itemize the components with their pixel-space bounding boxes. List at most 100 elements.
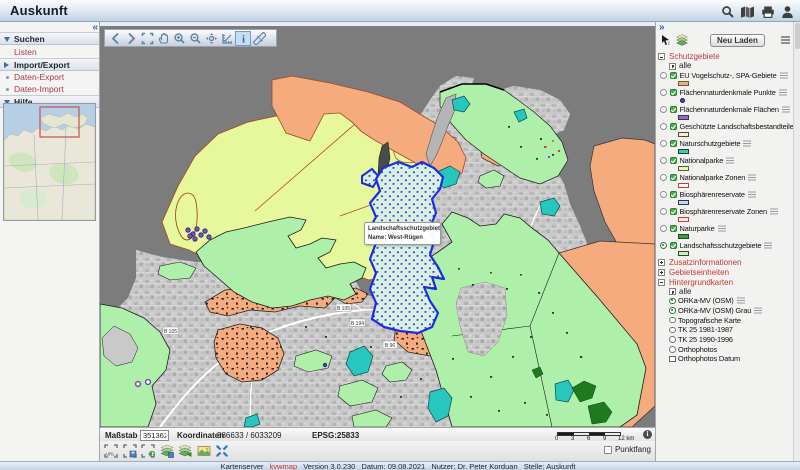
info-query-tool[interactable]: i bbox=[235, 31, 251, 46]
layer-menu-icon[interactable] bbox=[780, 72, 788, 79]
layer-radio[interactable] bbox=[660, 208, 667, 215]
zoom-in-tool[interactable] bbox=[171, 31, 187, 46]
layer-label[interactable]: Geschützte Landschaftsbestandteile bbox=[680, 122, 794, 131]
export-image-icon[interactable] bbox=[197, 444, 211, 458]
layer-radio[interactable] bbox=[660, 72, 667, 79]
extent-url-icon[interactable]: URL bbox=[104, 444, 118, 458]
bglayer-radio[interactable] bbox=[669, 346, 676, 353]
layer-label[interactable]: Biosphärenreservate Zonen bbox=[680, 207, 767, 216]
layer-radio[interactable] bbox=[660, 106, 667, 113]
select-all-checkbox[interactable] bbox=[669, 288, 676, 295]
extent-load-icon[interactable] bbox=[141, 444, 155, 458]
extent-save-icon[interactable] bbox=[123, 444, 137, 458]
overview-map[interactable] bbox=[3, 103, 96, 221]
layer-checkbox[interactable] bbox=[670, 89, 678, 97]
layer-menu-icon[interactable] bbox=[748, 174, 756, 181]
search-icon[interactable] bbox=[720, 4, 735, 19]
bglayer-label[interactable]: Topografische Karte bbox=[678, 316, 741, 325]
sidebar-section-suchen[interactable]: Suchen bbox=[0, 32, 99, 45]
punktfang-checkbox[interactable] bbox=[604, 446, 612, 454]
layer-checkbox[interactable] bbox=[670, 123, 678, 131]
layers-load-icon[interactable] bbox=[178, 444, 192, 458]
ruler-tool[interactable] bbox=[251, 31, 267, 46]
map-icon[interactable] bbox=[740, 4, 755, 19]
footer-app-name[interactable]: kvwmap bbox=[270, 462, 298, 470]
bglayer-label[interactable]: TK 25 1990-1996 bbox=[678, 335, 733, 344]
layer-label[interactable]: Flächennaturdenkmale Punkte bbox=[680, 88, 776, 97]
collapse-icon[interactable] bbox=[658, 279, 665, 286]
expand-icon[interactable] bbox=[658, 269, 665, 276]
alle-label[interactable]: alle bbox=[679, 61, 691, 70]
print-icon[interactable] bbox=[760, 4, 775, 19]
bglayer-menu-icon[interactable] bbox=[737, 297, 745, 304]
measure-tool[interactable] bbox=[219, 31, 235, 46]
layer-radio[interactable] bbox=[660, 191, 667, 198]
expand-panel-icon[interactable]: » bbox=[659, 24, 663, 32]
layer-checkbox[interactable] bbox=[670, 106, 678, 114]
layer-radio[interactable] bbox=[660, 242, 667, 249]
section-label[interactable]: Gebietseinheiten bbox=[669, 268, 729, 277]
layer-radio[interactable] bbox=[660, 225, 667, 232]
layer-menu-icon[interactable] bbox=[748, 191, 756, 198]
next-extent-tool[interactable] bbox=[123, 31, 139, 46]
layer-label[interactable]: EU Vogelschutz-, SPA-Gebiete bbox=[680, 71, 777, 80]
reload-button[interactable]: Neu Laden bbox=[710, 34, 765, 47]
layer-checkbox[interactable] bbox=[670, 140, 678, 148]
map-canvas[interactable]: B 105 B 105 B 194 B 96 Landschaftsschutz… bbox=[100, 26, 655, 427]
previous-extent-tool[interactable] bbox=[107, 31, 123, 46]
layer-checkbox[interactable] bbox=[670, 72, 678, 80]
full-extent-tool[interactable] bbox=[139, 31, 155, 46]
layer-radio[interactable] bbox=[660, 174, 667, 181]
layer-checkbox[interactable] bbox=[670, 225, 678, 233]
layer-menu-icon[interactable] bbox=[718, 225, 726, 232]
recenter-tool[interactable] bbox=[203, 31, 219, 46]
layer-label[interactable]: Landschaftsschutzgebiete bbox=[680, 241, 762, 250]
pan-tool[interactable] bbox=[155, 31, 171, 46]
select-all-checkbox[interactable] bbox=[669, 63, 676, 70]
bglayer-label[interactable]: Orthophotos bbox=[678, 345, 717, 354]
bglayer-radio[interactable] bbox=[669, 307, 676, 314]
scale-input[interactable] bbox=[140, 430, 169, 441]
info-icon[interactable]: i bbox=[643, 430, 652, 439]
section-label[interactable]: Hintergrundkarten bbox=[669, 278, 733, 287]
layer-radio[interactable] bbox=[660, 157, 667, 164]
layer-radio[interactable] bbox=[660, 123, 667, 130]
layer-menu-icon[interactable] bbox=[770, 208, 778, 215]
panel-scrollbar[interactable] bbox=[793, 22, 800, 462]
panel-menu-icon[interactable] bbox=[781, 36, 790, 44]
section-label[interactable]: Schutzgebiete bbox=[669, 52, 720, 61]
layer-checkbox[interactable] bbox=[670, 191, 678, 199]
layers-save-icon[interactable] bbox=[160, 444, 174, 458]
layer-checkbox[interactable] bbox=[670, 242, 678, 250]
clear-selection-icon[interactable] bbox=[215, 444, 229, 458]
layer-menu-icon[interactable] bbox=[779, 89, 787, 96]
bglayer-radio[interactable] bbox=[669, 327, 676, 334]
layer-label[interactable]: Biosphärenreservate bbox=[680, 190, 745, 199]
bglayer-radio[interactable] bbox=[669, 298, 676, 305]
bglayer-radio[interactable] bbox=[669, 336, 676, 343]
bglayer-menu-icon[interactable] bbox=[754, 307, 762, 314]
layer-label[interactable]: Nationalparke bbox=[680, 156, 724, 165]
query-cursor-icon[interactable]: i bbox=[660, 34, 672, 46]
layer-checkbox[interactable] bbox=[670, 208, 678, 216]
collapse-sidebar-icon[interactable]: « bbox=[92, 24, 96, 32]
layer-label[interactable]: Flächennaturdenkmale Flächen bbox=[680, 105, 779, 114]
bglayer-label[interactable]: ORKa-MV (OSM) Grau bbox=[678, 306, 751, 315]
layer-menu-icon[interactable] bbox=[782, 106, 790, 113]
layer-label[interactable]: Nationalparke Zonen bbox=[680, 173, 746, 182]
sidebar-link-listen[interactable]: Listen bbox=[0, 45, 99, 58]
sidebar-link-daten-import[interactable]: Daten-Import bbox=[0, 83, 99, 95]
bglayer-label[interactable]: ORKa-MV (OSM) bbox=[678, 296, 734, 305]
layer-checkbox[interactable] bbox=[670, 174, 678, 182]
sidebar-section-import-export[interactable]: Import/Export bbox=[0, 58, 99, 71]
layer-menu-icon[interactable] bbox=[764, 242, 772, 249]
layer-menu-icon[interactable] bbox=[726, 157, 734, 164]
zoom-out-tool[interactable] bbox=[187, 31, 203, 46]
layer-radio[interactable] bbox=[660, 89, 667, 96]
collapse-icon[interactable] bbox=[658, 53, 665, 60]
expand-icon[interactable] bbox=[658, 259, 665, 266]
sidebar-link-daten-export[interactable]: Daten-Export bbox=[0, 71, 99, 83]
section-label[interactable]: Zusatzinformationen bbox=[669, 258, 741, 267]
bglayer-radio[interactable] bbox=[669, 317, 676, 324]
layer-label[interactable]: Naturschutzgebiete bbox=[680, 139, 741, 148]
